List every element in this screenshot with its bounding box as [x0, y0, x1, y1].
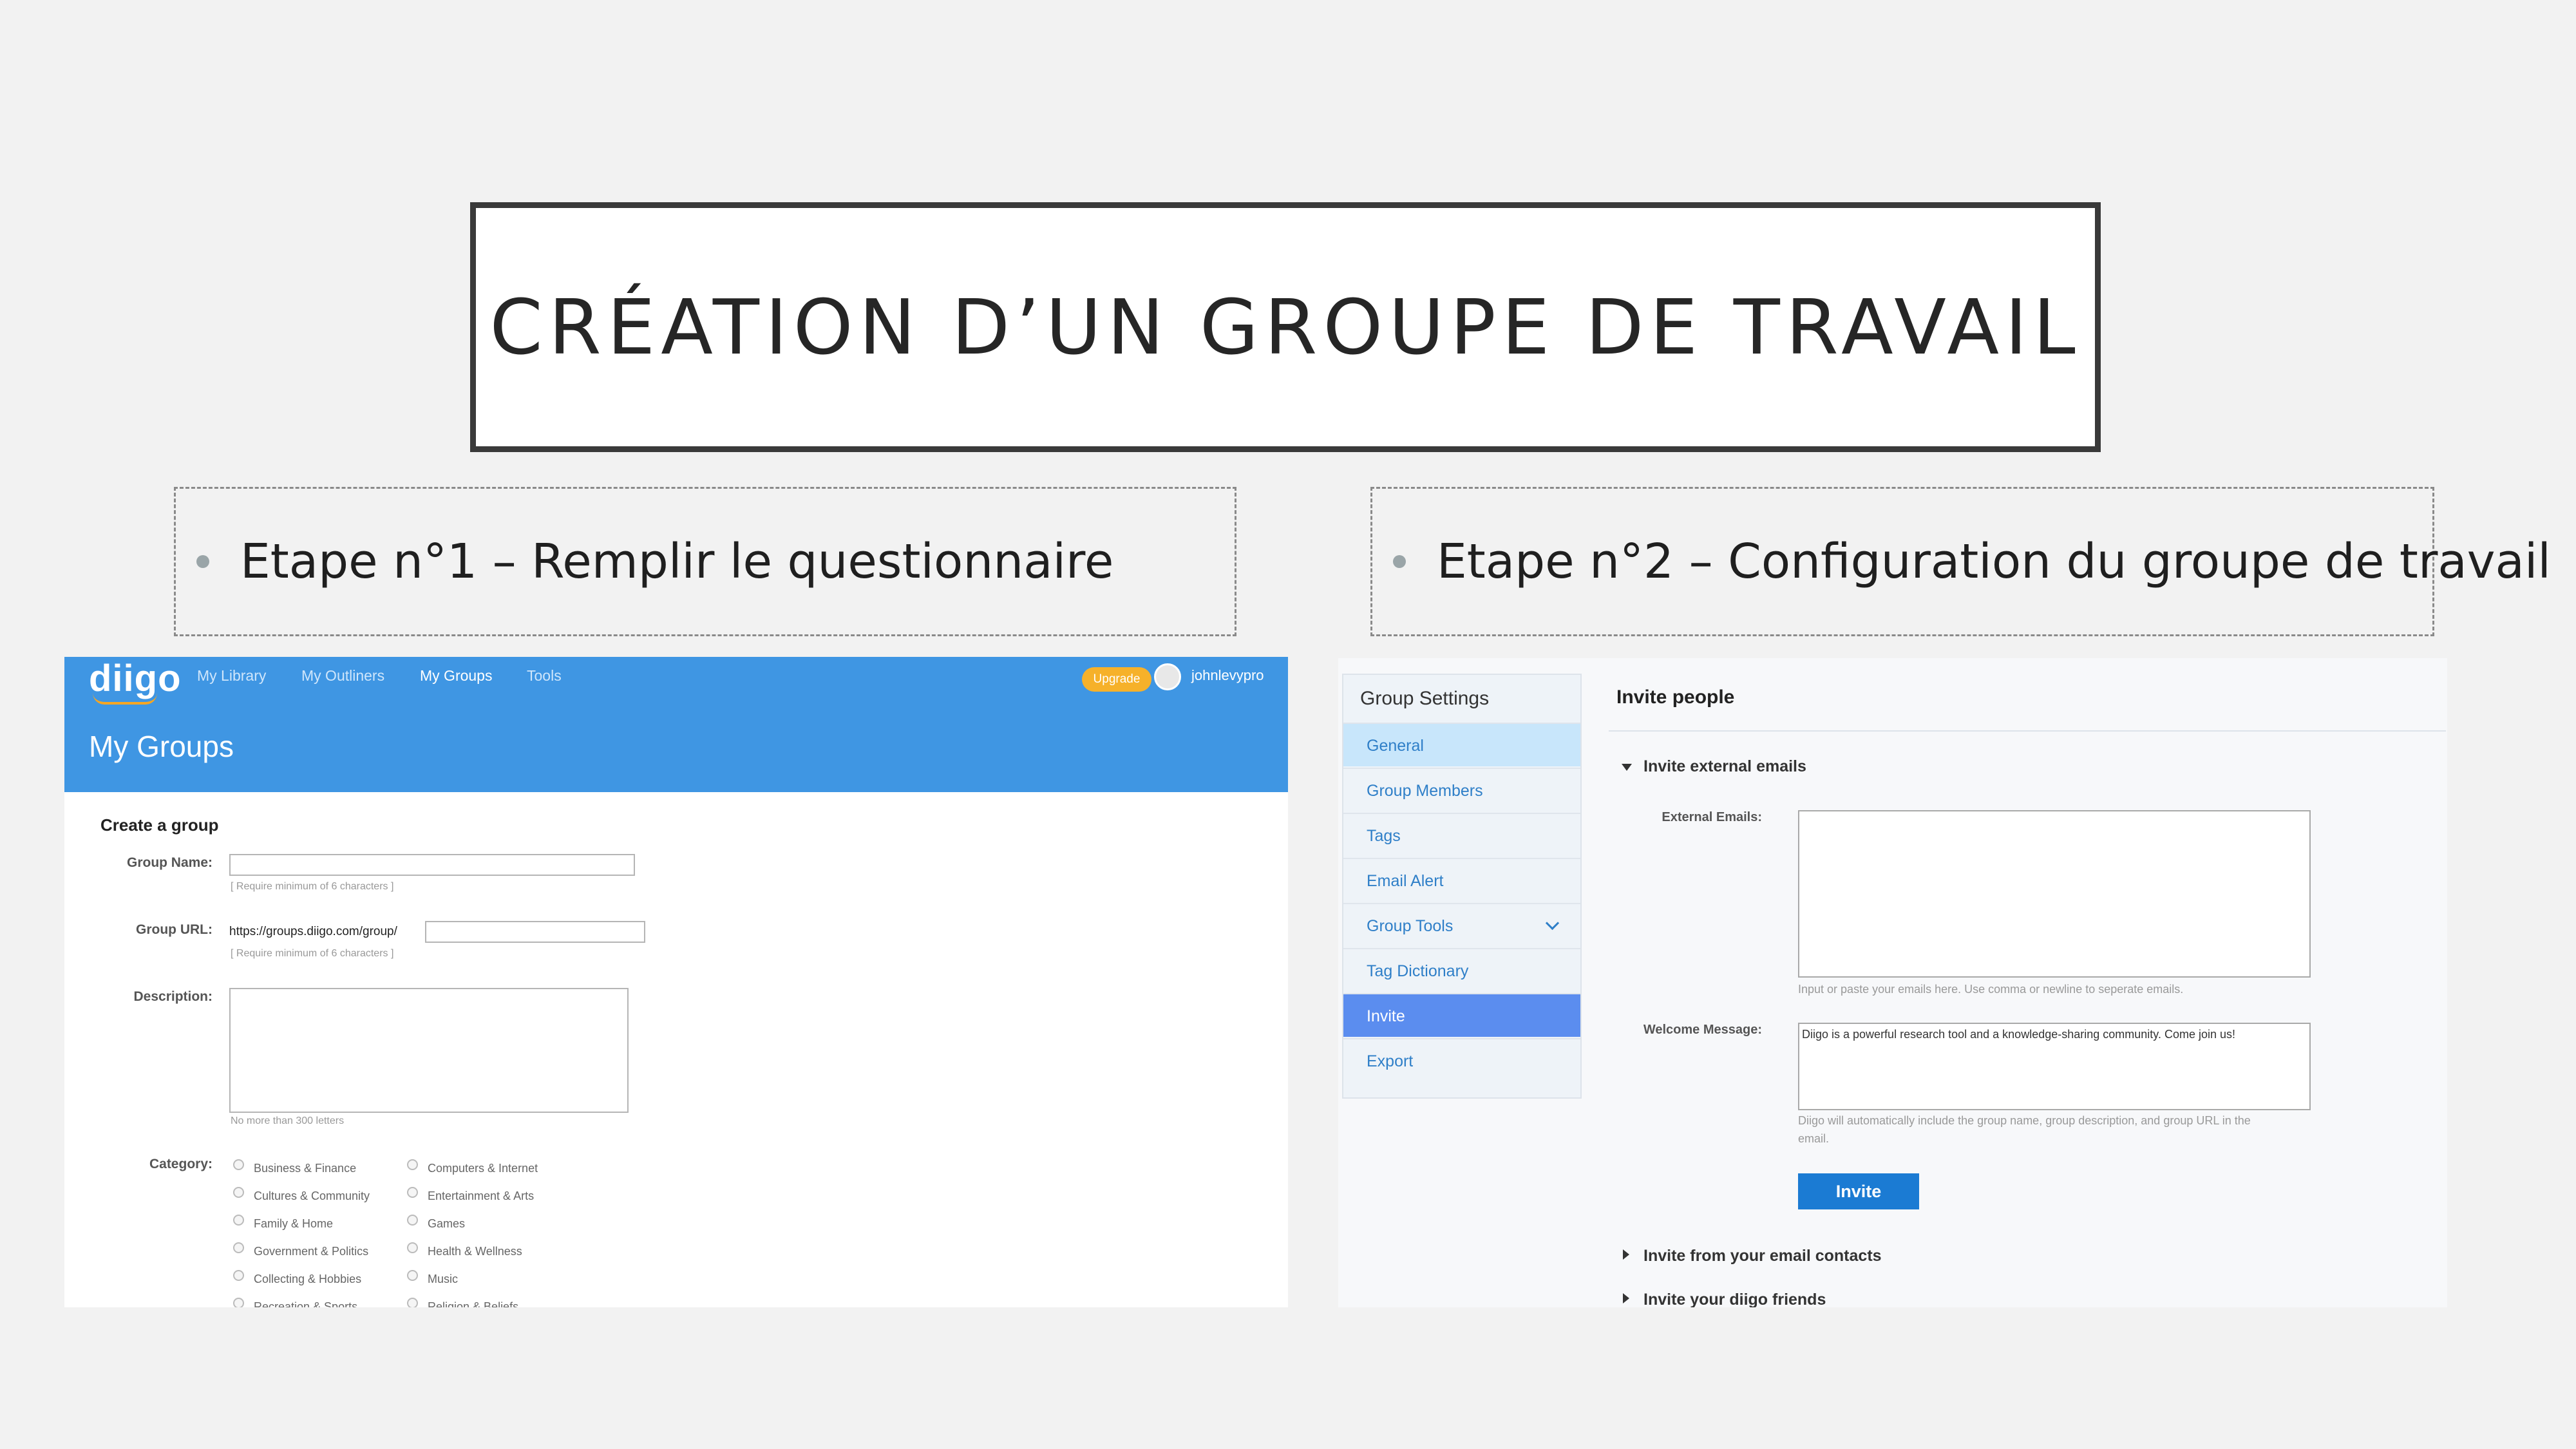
category-option: Family & Home — [254, 1217, 334, 1230]
category-radio[interactable] — [407, 1242, 418, 1253]
welcome-message-value: Diigo is a powerful research tool and a … — [1802, 1028, 2235, 1041]
step-2-box: Etape n°2 – Configuration du groupe de t… — [1370, 487, 2551, 636]
panel-title: Invite people — [1616, 687, 1735, 708]
username-link[interactable]: johnlevypro — [1191, 667, 1264, 684]
group-settings-screenshot: Group Settings General Group Members Tag… — [1338, 658, 2447, 1307]
category-radio[interactable] — [407, 1298, 418, 1307]
section-invite-friends[interactable]: Invite your diigo friends — [1643, 1291, 1826, 1307]
bullet-icon — [196, 555, 209, 568]
page-title: My Groups — [89, 730, 234, 763]
category-option: Computers & Internet — [428, 1162, 538, 1175]
description-textarea[interactable] — [229, 988, 629, 1113]
step-1-box: Etape n°1 – Remplir le questionnaire — [174, 487, 1236, 636]
sidebar-item-invite[interactable]: Invite — [1343, 993, 1580, 1037]
welcome-message-textarea[interactable]: Diigo is a powerful research tool and a … — [1798, 1023, 2311, 1110]
description-label: Description: — [133, 989, 213, 1004]
group-name-input[interactable] — [229, 854, 635, 876]
group-name-label: Group Name: — [126, 855, 213, 870]
external-emails-hint: Input or paste your emails here. Use com… — [1798, 983, 2184, 996]
category-radio[interactable] — [233, 1270, 244, 1281]
divider — [1609, 730, 2446, 732]
invite-button[interactable]: Invite — [1798, 1173, 1919, 1209]
nav-my-outliners[interactable]: My Outliners — [301, 667, 384, 685]
sidebar-item-group-tools[interactable]: Group Tools — [1343, 903, 1580, 947]
invite-panel: Invite people Invite external emails Ext… — [1609, 674, 2446, 1307]
category-radio[interactable] — [407, 1215, 418, 1226]
section-invite-external[interactable]: Invite external emails — [1643, 757, 1806, 776]
category-radio[interactable] — [233, 1215, 244, 1226]
external-emails-textarea[interactable] — [1798, 810, 2311, 978]
external-emails-label: External Emails: — [1662, 810, 1762, 824]
description-hint: No more than 300 letters — [231, 1115, 345, 1126]
category-radio[interactable] — [407, 1270, 418, 1281]
avatar[interactable] — [1154, 663, 1181, 690]
category-radio[interactable] — [407, 1187, 418, 1198]
sidebar-item-tag-dictionary[interactable]: Tag Dictionary — [1343, 948, 1580, 992]
category-radio[interactable] — [233, 1159, 244, 1170]
category-option: Collecting & Hobbies — [254, 1273, 362, 1285]
nav-my-library[interactable]: My Library — [197, 667, 266, 685]
category-option: Cultures & Community — [254, 1189, 370, 1202]
section-invite-contacts[interactable]: Invite from your email contacts — [1643, 1247, 1882, 1265]
sidebar-item-tags[interactable]: Tags — [1343, 813, 1580, 857]
chevron-down-icon[interactable] — [1545, 916, 1560, 931]
step-2-text: Etape n°2 – Configuration du groupe de t… — [1437, 534, 2551, 589]
group-name-hint: [ Require minimum of 6 characters ] — [231, 881, 394, 892]
category-option: Health & Wellness — [428, 1245, 522, 1258]
sidebar-item-export[interactable]: Export — [1343, 1038, 1580, 1082]
caret-right-icon[interactable] — [1623, 1249, 1629, 1260]
slide-title: CRÉATION D’UN GROUPE DE TRAVAIL — [489, 283, 2081, 372]
welcome-message-hint: Diigo will automatically include the gro… — [1798, 1114, 2251, 1127]
category-option: Recreation & Sports — [254, 1300, 358, 1307]
step-1-text: Etape n°1 – Remplir le questionnaire — [240, 534, 1114, 589]
diigo-header: diigo My Library My Outliners My Groups … — [64, 657, 1288, 792]
nav-tools[interactable]: Tools — [527, 667, 562, 685]
category-radio[interactable] — [233, 1298, 244, 1307]
bullet-icon — [1393, 555, 1406, 568]
group-url-prefix: https://groups.diigo.com/group/ — [229, 925, 397, 938]
category-option: Entertainment & Arts — [428, 1189, 535, 1202]
category-option: Government & Politics — [254, 1245, 369, 1258]
category-label: Category: — [149, 1157, 213, 1171]
category-radio[interactable] — [407, 1159, 418, 1170]
sidebar-title: Group Settings — [1360, 688, 1490, 709]
sidebar-item-general[interactable]: General — [1343, 723, 1580, 766]
group-url-input[interactable] — [425, 921, 645, 943]
form-title: Create a group — [100, 815, 219, 835]
diigo-my-groups-screenshot: diigo My Library My Outliners My Groups … — [64, 657, 1288, 1307]
nav-my-groups[interactable]: My Groups — [420, 667, 492, 685]
category-radio[interactable] — [233, 1187, 244, 1198]
settings-sidebar: Group Settings General Group Members Tag… — [1342, 674, 1582, 1099]
category-option: Music — [428, 1273, 459, 1285]
sidebar-item-email-alert[interactable]: Email Alert — [1343, 858, 1580, 902]
upgrade-button[interactable]: Upgrade — [1082, 667, 1151, 692]
category-option: Religion & Beliefs — [428, 1300, 519, 1307]
logo-swoosh-icon — [93, 693, 157, 705]
group-url-hint: [ Require minimum of 6 characters ] — [231, 948, 394, 959]
welcome-message-hint: email. — [1798, 1132, 1830, 1145]
sidebar-item-label: Group Tools — [1367, 917, 1454, 935]
caret-down-icon[interactable] — [1622, 764, 1632, 771]
category-option: Business & Finance — [254, 1162, 357, 1175]
slide-title-box: CRÉATION D’UN GROUPE DE TRAVAIL — [470, 202, 2101, 452]
category-radio[interactable] — [233, 1242, 244, 1253]
category-option: Games — [428, 1217, 466, 1230]
sidebar-item-group-members[interactable]: Group Members — [1343, 768, 1580, 811]
group-url-label: Group URL: — [136, 922, 213, 937]
caret-right-icon[interactable] — [1623, 1293, 1629, 1303]
welcome-message-label: Welcome Message: — [1643, 1023, 1762, 1037]
